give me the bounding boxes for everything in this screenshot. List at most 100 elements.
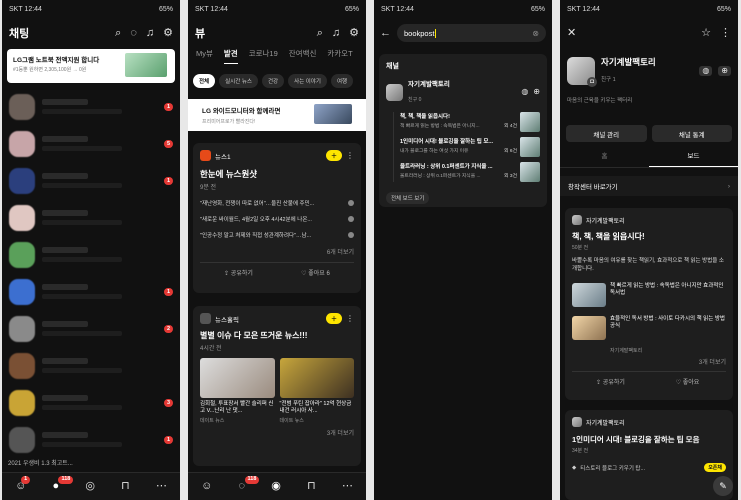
shopping-icon[interactable]: ⊓ [121, 481, 130, 492]
category-chip[interactable]: 여행 [330, 74, 354, 88]
news-item-title: "새로운 싸이월드, 4월2일 오후 4시42분에 나온... [200, 217, 312, 223]
view-icon[interactable]: ◉ [271, 481, 281, 492]
board-item[interactable]: 효율적인 독서 방법 : 사이토 다카시의 책 읽는 방법 공식 [572, 315, 726, 340]
friends-icon[interactable]: ☺ [201, 481, 212, 492]
music-icon[interactable]: ♫ [146, 27, 154, 39]
kebab-icon[interactable]: ⋮ [720, 27, 731, 39]
write-button[interactable]: ✎ [713, 476, 733, 496]
chat-row[interactable] [2, 347, 180, 384]
channel-row[interactable]: 자기계발팩토리 친구 0 ◍ ⊕ [386, 78, 540, 106]
chat-row[interactable] [2, 236, 180, 273]
add-channel-button[interactable]: ＋ [325, 150, 342, 161]
search-query: bookpost [404, 28, 435, 38]
gear-icon[interactable]: ⚙ [349, 27, 359, 39]
open-chat-icon[interactable]: ◌ [130, 27, 137, 39]
category-chip[interactable]: 실시간 뉴스 [219, 74, 258, 88]
like-button[interactable]: ♡ 좋아요 6 [277, 268, 354, 277]
music-icon[interactable]: ♫ [332, 27, 340, 39]
ad-banner[interactable]: LG 와이드모니터와 함께라면 프리미어프로가 빨라진다! [188, 99, 366, 131]
tab-4[interactable]: 카카오T [327, 48, 352, 64]
search-input[interactable]: bookpost ⊗ [397, 24, 546, 42]
chat-bubble-icon[interactable]: ◍ [521, 88, 528, 96]
chat-row-last[interactable]: 2021 우생비 1.3 최고트... [8, 458, 174, 467]
channel-stats-button[interactable]: 채널 통계 [651, 125, 732, 142]
clear-icon[interactable]: ⊗ [532, 29, 539, 38]
add-channel-icon[interactable]: ⊕ [718, 66, 731, 76]
shopping-icon[interactable]: ⊓ [307, 481, 316, 492]
share-button[interactable]: ⇪ 공유하기 [572, 377, 649, 386]
card-title: 1인미디어 시대! 블로깅을 잘하는 팁 모음 [572, 435, 700, 444]
ad-banner[interactable]: LG그램 노트북 전액지원 합니다 #1등뿐 원하면 2,305,100원 → … [7, 49, 175, 83]
back-arrow-icon[interactable]: ← [380, 27, 391, 39]
board-card-2[interactable]: 자기계발팩토리 1인미디어 시대! 블로깅을 잘하는 팁 모음 34분 전 ◆ … [565, 410, 733, 500]
tab-board[interactable]: 보드 [649, 150, 738, 167]
more-link[interactable]: 6개 더보기 [200, 247, 354, 256]
more-icon[interactable]: ⋯ [342, 481, 353, 492]
tab-0[interactable]: My뷰 [196, 48, 213, 64]
chat-icon[interactable]: ● 118 [52, 476, 74, 492]
friends-icon[interactable]: ☺ 1 [15, 476, 31, 492]
gear-icon[interactable]: ⚙ [163, 27, 173, 39]
blurred-name [42, 136, 88, 142]
close-icon[interactable]: ✕ [567, 27, 701, 39]
post-subtitle: 내가 블로그를 하는 여섯 가지 이유 [400, 149, 469, 154]
creator-center-link[interactable]: 창작센터 바로가기 › [560, 176, 738, 196]
chat-row[interactable]: 1 [2, 88, 180, 125]
more-link[interactable]: 3개 더보기 [572, 357, 726, 366]
news-thumb-item[interactable]: 김회철, 투표장서 빨간 슬리퍼 신고 V...난리 난 댓... 데이트 뉴스 [200, 358, 275, 424]
add-channel-button[interactable]: ＋ [325, 313, 342, 324]
view-header: 뷰 ⌕ ♫ ⚙ [188, 22, 366, 44]
news-thumb-item[interactable]: "전범 푸틴 잡아라" 12억 현상금 내건 러시아 사... 데이트 뉴스 [279, 358, 354, 424]
chat-row[interactable]: 2 [2, 310, 180, 347]
more-link[interactable]: 3개 더보기 [200, 428, 354, 437]
kebab-icon[interactable]: ⋮ [346, 314, 354, 323]
news-headline: "전범 푸틴 잡아라" 12억 현상금 내건 러시아 사... [279, 401, 352, 415]
channel-post[interactable]: 울트라러닝 : 상위 0.1퍼센트가 지식을 ... 울트라러닝 : 상위 0.1… [400, 162, 540, 182]
kebab-icon[interactable]: ⋮ [346, 151, 354, 160]
chat-bubble-icon[interactable]: ◍ [699, 66, 713, 76]
board-card-1[interactable]: 자기계발팩토리 책, 책, 책을 읽읍시다! 50분 전 바쁠수록 마음의 여유… [565, 208, 733, 400]
view-icon[interactable]: ◎ [85, 481, 95, 492]
category-chip[interactable]: 건강 [261, 74, 285, 88]
avatar [9, 167, 35, 194]
news-item[interactable]: "인공수정 말고 처제와 직접 성관계하려다"…남... [200, 231, 354, 239]
chat-row[interactable]: 1 [2, 421, 180, 458]
post-title: 1인미디어 시대! 블로깅을 잘하는 팁 모... [400, 139, 494, 145]
chat-row-preview [42, 99, 157, 114]
chat-row[interactable]: 5 [2, 125, 180, 162]
avatar [9, 389, 35, 416]
like-button[interactable]: ♡ 좋아요 [649, 377, 726, 386]
open-chat-badge[interactable]: 오픈채 [704, 463, 726, 472]
tab-3[interactable]: 잔여백신 [289, 48, 317, 64]
tab-2[interactable]: 코로나19 [249, 48, 278, 64]
add-channel-icon[interactable]: ⊕ [533, 88, 540, 96]
more-icon[interactable]: ⋯ [156, 481, 167, 492]
blurred-name [42, 284, 88, 290]
chat-row[interactable]: 1 [2, 273, 180, 310]
view-all-boards-button[interactable]: 전체 보드 보기 [386, 192, 430, 204]
tab-home[interactable]: 홈 [560, 150, 649, 167]
avatar [9, 352, 35, 379]
chat-row[interactable] [2, 199, 180, 236]
tab-1[interactable]: 발견 [223, 48, 238, 64]
star-icon[interactable]: ☆ [701, 27, 711, 39]
channel-post[interactable]: 책, 책, 책을 읽읍시다! 책 빠르게 읽는 방법 : 속독법은 아니지... 외… [400, 112, 540, 132]
chat-row[interactable]: 3 [2, 384, 180, 421]
search-icon[interactable]: ⌕ [115, 27, 121, 39]
chat-icon[interactable]: ◌ 118 [239, 476, 260, 492]
search-icon[interactable]: ⌕ [317, 27, 323, 39]
category-chip[interactable]: 사는 이야기 [288, 74, 327, 88]
news-card-2[interactable]: 뉴스홀릭 ＋ ⋮ 별별 이슈 다 모은 뜨거운 뉴스!!! 4시간 전 김회철,… [193, 306, 361, 466]
news-card-1[interactable]: 뉴스1 ＋ ⋮ 한눈에 뉴스원샷 9분 전 "재난영화, 전쟁이 따로 없어"…… [193, 143, 361, 293]
category-chip[interactable]: 전체 [193, 74, 216, 88]
board-item[interactable]: 책 빠르게 읽는 방법 : 속독법은 아니지만 효과적인 독서법 [572, 282, 726, 307]
avatar [9, 204, 35, 231]
share-button[interactable]: ⇪ 공유하기 [200, 268, 277, 277]
channel-manage-button[interactable]: 채널 관리 [566, 125, 647, 142]
news-item[interactable]: "새로운 싸이월드, 4월2일 오후 4시42분에 나온... [200, 215, 354, 223]
channel-post[interactable]: 1인미디어 시대! 블로깅을 잘하는 팁 모... 내가 블로그를 하는 여섯 가… [400, 137, 540, 157]
chat-row[interactable]: 1 [2, 162, 180, 199]
channel-avatar[interactable]: ◘ [567, 57, 597, 87]
channel-avatar [386, 83, 403, 101]
news-item[interactable]: "재난영화, 전쟁이 따로 없어"…울진 산불에 주민... [200, 199, 354, 207]
